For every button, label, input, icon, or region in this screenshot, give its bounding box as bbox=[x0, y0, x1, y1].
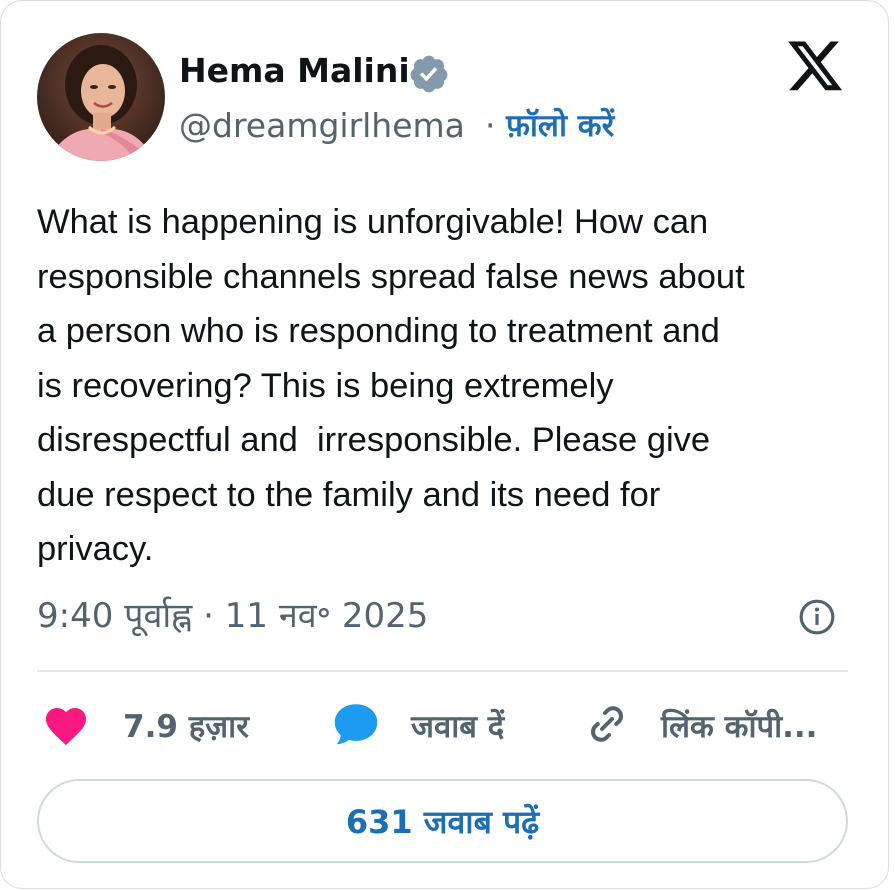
tweet-card: Hema Malini @dreamgirlhema · फ़ॉलो करें … bbox=[0, 0, 889, 889]
reply-label: जवाब दें bbox=[411, 709, 505, 745]
x-logo-icon[interactable] bbox=[785, 41, 845, 97]
verified-badge-icon bbox=[405, 53, 453, 95]
read-replies-button[interactable]: 631 जवाब पढ़ें bbox=[37, 779, 848, 863]
avatar[interactable] bbox=[37, 33, 165, 161]
like-count: 7.9 हज़ार bbox=[123, 709, 249, 745]
heart-icon bbox=[41, 702, 91, 750]
like-button[interactable]: 7.9 हज़ार bbox=[41, 701, 249, 751]
speech-bubble-icon bbox=[331, 699, 381, 753]
tweet-timestamp[interactable]: 9:40 पूर्वाह्न · 11 नव॰ 2025 bbox=[37, 591, 428, 641]
info-icon[interactable] bbox=[798, 598, 836, 636]
copy-link-button[interactable]: लिंक कॉपी... bbox=[583, 701, 817, 751]
follow-button[interactable]: फ़ॉलो करें bbox=[506, 105, 614, 147]
copy-link-label: लिंक कॉपी... bbox=[661, 709, 818, 745]
link-icon bbox=[583, 700, 631, 752]
author-handle[interactable]: @dreamgirlhema bbox=[179, 105, 465, 147]
tweet-text: What is happening is unforgivable! How c… bbox=[37, 203, 745, 568]
reply-button[interactable]: जवाब दें bbox=[331, 701, 504, 751]
separator-dot: · bbox=[485, 106, 496, 145]
divider bbox=[37, 670, 848, 672]
author-name[interactable]: Hema Malini bbox=[179, 51, 410, 91]
read-replies-label: 631 जवाब पढ़ें bbox=[345, 802, 540, 841]
